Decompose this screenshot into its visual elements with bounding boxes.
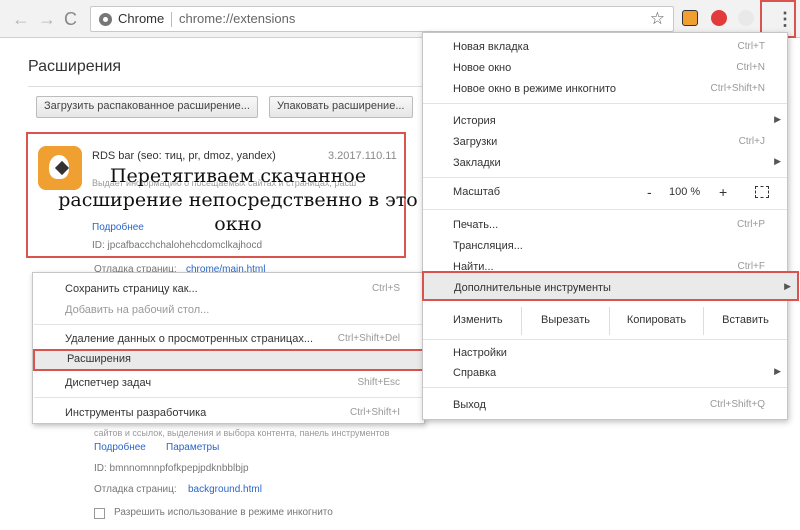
- menu-edit-row: Изменить Вырезать Копировать Вставить: [423, 303, 787, 339]
- menu-downloads-shortcut: Ctrl+J: [738, 136, 765, 147]
- paste-button[interactable]: Вставить: [703, 307, 787, 335]
- fullscreen-icon[interactable]: [755, 186, 769, 198]
- title-divider: [28, 86, 423, 87]
- menu-new-tab-shortcut: Ctrl+T: [737, 41, 766, 52]
- back-icon[interactable]: ←: [12, 9, 30, 29]
- incognito-checkbox[interactable]: [94, 508, 105, 519]
- incognito-checkbox-label: Разрешить использование в режиме инкогни…: [114, 507, 333, 518]
- menu-help-label: Справка: [453, 367, 497, 379]
- page-title: Расширения: [28, 58, 122, 75]
- submenu-extensions[interactable]: Расширения: [33, 349, 424, 371]
- menu-more-tools-label: Дополнительные инструменты: [454, 282, 611, 294]
- submenu-devtools[interactable]: Инструменты разработчика Ctrl+Shift+I: [33, 403, 424, 423]
- submenu-devtools-shortcut: Ctrl+Shift+I: [349, 407, 400, 418]
- menu-print-shortcut: Ctrl+P: [736, 219, 765, 230]
- copy-button[interactable]: Копировать: [609, 307, 703, 335]
- menu-print-label: Печать...: [453, 219, 499, 231]
- gray-extension-icon[interactable]: [738, 10, 754, 26]
- submenu-arrow-icon: ▶: [774, 156, 781, 166]
- extension-name: RDS bar (seo: тиц, pr, dmoz, yandex): [92, 150, 276, 162]
- submenu-task-manager[interactable]: Диспетчер задач Shift+Esc: [33, 373, 424, 393]
- rds-bar-extension-icon[interactable]: [682, 10, 698, 26]
- menu-zoom-label: Масштаб: [453, 186, 501, 198]
- extension2-debug-label: Отладка страниц:: [94, 484, 177, 495]
- chrome-page-icon: [99, 13, 112, 26]
- load-unpacked-button[interactable]: Загрузить распакованное расширение...: [36, 96, 258, 118]
- submenu-divider: [34, 397, 425, 398]
- menu-exit-shortcut: Ctrl+Shift+Q: [709, 399, 765, 410]
- extension-id: ID: jpcafbacchchalohehcdomclkajhocd: [92, 240, 263, 251]
- menu-more-tools[interactable]: Дополнительные инструменты ▶: [422, 271, 799, 301]
- more-tools-submenu: Сохранить страницу как... Ctrl+S Добавит…: [32, 272, 425, 424]
- instruction-overlay: Перетягиваем скачанное расширение непоср…: [58, 165, 418, 235]
- submenu-save-page-label: Сохранить страницу как...: [65, 283, 198, 295]
- menu-edit-label: Изменить: [453, 314, 503, 326]
- pack-extension-button[interactable]: Упаковать расширение...: [269, 96, 413, 118]
- extension-version: 3.2017.110.11: [328, 150, 397, 162]
- menu-settings-label: Настройки: [453, 347, 507, 359]
- menu-new-tab[interactable]: Новая вкладка Ctrl+T: [423, 37, 787, 57]
- address-bar[interactable]: Chrome chrome://extensions ☆: [90, 6, 674, 32]
- menu-new-window[interactable]: Новое окно Ctrl+N: [423, 58, 787, 78]
- menu-bookmarks-label: Закладки: [453, 157, 501, 169]
- extension2-options-link[interactable]: Параметры: [166, 442, 219, 453]
- menu-divider: [423, 339, 787, 340]
- url-text[interactable]: chrome://extensions: [179, 11, 295, 26]
- menu-incognito[interactable]: Новое окно в режиме инкогнито Ctrl+Shift…: [423, 79, 787, 99]
- chrome-main-menu: Новая вкладка Ctrl+T Новое окно Ctrl+N Н…: [422, 32, 799, 420]
- menu-divider: [423, 177, 787, 178]
- cut-button[interactable]: Вырезать: [521, 307, 609, 335]
- menu-divider: [423, 103, 787, 104]
- menu-cast[interactable]: Трансляция...: [423, 236, 787, 256]
- submenu-task-manager-shortcut: Shift+Esc: [357, 377, 400, 388]
- menu-settings[interactable]: Настройки: [423, 343, 787, 363]
- submenu-divider: [34, 324, 425, 325]
- zoom-level: 100 %: [669, 186, 701, 198]
- menu-incognito-shortcut: Ctrl+Shift+N: [710, 83, 765, 94]
- extension2-details-link[interactable]: Подробнее: [94, 442, 146, 453]
- submenu-add-to-desktop[interactable]: Добавить на рабочий стол...: [33, 300, 424, 320]
- menu-history-label: История: [453, 115, 496, 127]
- menu-bookmarks[interactable]: Закладки ▶: [423, 153, 787, 173]
- forward-icon[interactable]: →: [38, 9, 56, 29]
- menu-downloads-label: Загрузки: [453, 136, 498, 148]
- menu-new-window-shortcut: Ctrl+N: [736, 62, 765, 73]
- submenu-task-manager-label: Диспетчер задач: [65, 377, 152, 389]
- omnibox-divider: [171, 12, 172, 27]
- submenu-clear-data-label: Удаление данных о просмотренных страница…: [65, 333, 314, 345]
- menu-dots-icon: ⋮: [776, 9, 794, 29]
- submenu-extensions-label: Расширения: [67, 353, 131, 365]
- submenu-arrow-icon: ▶: [774, 366, 781, 376]
- menu-divider: [423, 209, 787, 210]
- submenu-clear-data[interactable]: Удаление данных о просмотренных страница…: [33, 329, 424, 349]
- menu-history[interactable]: История ▶: [423, 111, 787, 131]
- menu-cast-label: Трансляция...: [453, 240, 523, 252]
- submenu-add-to-desktop-label: Добавить на рабочий стол...: [65, 304, 210, 316]
- menu-downloads[interactable]: Загрузки Ctrl+J: [423, 132, 787, 152]
- reload-icon[interactable]: C: [64, 9, 77, 29]
- menu-exit[interactable]: Выход Ctrl+Shift+Q: [423, 395, 787, 415]
- extension2-id: ID: bmnnomnnpfofkpepjpdknbblbjp: [94, 463, 249, 474]
- menu-zoom-row: Масштаб - 100 % +: [423, 179, 787, 207]
- extension2-description: сайтов и ссылок, выделения и выбора конт…: [94, 428, 390, 438]
- menu-new-window-label: Новое окно: [453, 62, 512, 74]
- menu-new-tab-label: Новая вкладка: [453, 41, 529, 53]
- submenu-devtools-label: Инструменты разработчика: [65, 407, 207, 419]
- submenu-save-page[interactable]: Сохранить страницу как... Ctrl+S: [33, 279, 424, 299]
- bookmark-star-icon[interactable]: ☆: [650, 9, 665, 29]
- menu-help[interactable]: Справка ▶: [423, 363, 787, 383]
- submenu-clear-data-shortcut: Ctrl+Shift+Del: [337, 333, 400, 344]
- submenu-arrow-icon: ▶: [774, 114, 781, 124]
- omnibox-chrome-label: Chrome: [118, 11, 165, 26]
- extension2-debug-link[interactable]: background.html: [188, 484, 262, 495]
- menu-divider: [423, 387, 787, 388]
- menu-exit-label: Выход: [453, 399, 486, 411]
- submenu-arrow-icon: ▶: [784, 281, 791, 291]
- red-extension-icon[interactable]: [711, 10, 727, 26]
- zoom-out-button[interactable]: -: [647, 184, 652, 200]
- submenu-save-page-shortcut: Ctrl+S: [371, 283, 400, 294]
- zoom-in-button[interactable]: +: [719, 184, 727, 200]
- menu-print[interactable]: Печать... Ctrl+P: [423, 215, 787, 235]
- menu-incognito-label: Новое окно в режиме инкогнито: [453, 83, 617, 95]
